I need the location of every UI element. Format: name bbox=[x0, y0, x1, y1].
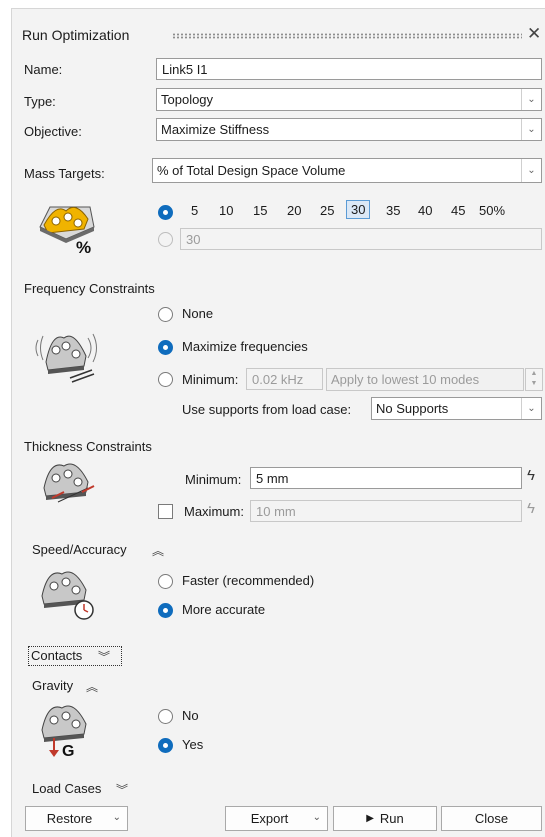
apply-modes-field[interactable]: Apply to lowest 10 modes bbox=[326, 368, 524, 391]
frequency-none-radio[interactable] bbox=[158, 307, 173, 322]
apply-modes-value: Apply to lowest 10 modes bbox=[331, 372, 480, 387]
gravity-no-radio[interactable] bbox=[158, 709, 173, 724]
chevron-down-icon: ⌄ bbox=[521, 159, 541, 182]
speed-accuracy-icon bbox=[41, 571, 94, 620]
close-icon[interactable]: ✕ bbox=[527, 24, 541, 44]
objective-label: Objective: bbox=[24, 124, 82, 139]
thickness-constraints-heading: Thickness Constraints bbox=[24, 439, 152, 454]
percent-option-10[interactable]: 10 bbox=[219, 203, 233, 218]
chevron-up-icon[interactable]: ︽ bbox=[152, 542, 164, 559]
mass-targets-label: Mass Targets: bbox=[24, 166, 105, 181]
percent-symbol: % bbox=[76, 238, 91, 255]
type-value: Topology bbox=[161, 92, 214, 107]
thickness-minimum-input[interactable]: 5 mm bbox=[250, 467, 522, 489]
frequency-minimum-label: Minimum: bbox=[182, 372, 239, 387]
restore-button-label: Restore bbox=[46, 811, 93, 826]
objective-dropdown[interactable]: Maximize Stiffness ⌄ bbox=[156, 118, 542, 141]
percent-option-45[interactable]: 45 bbox=[451, 203, 465, 218]
chevron-down-icon: ⌄ bbox=[312, 812, 321, 823]
modes-spinner-icon[interactable]: ▲ ▼ bbox=[525, 368, 543, 391]
percent-option-35[interactable]: 35 bbox=[386, 203, 400, 218]
chevron-down-icon: ⌄ bbox=[112, 812, 121, 823]
faster-radio[interactable] bbox=[158, 574, 173, 589]
type-dropdown[interactable]: Topology ⌄ bbox=[156, 88, 542, 111]
percent-option-20[interactable]: 20 bbox=[287, 203, 301, 218]
percent-options-radio[interactable] bbox=[158, 205, 173, 220]
thickness-maximum-input[interactable]: 10 mm bbox=[250, 500, 522, 522]
chevron-down-icon: ⌄ bbox=[521, 89, 541, 110]
frequency-minimum-input[interactable]: 0.02 kHz bbox=[246, 368, 323, 390]
chevron-down-double-icon[interactable]: ︾ bbox=[98, 648, 110, 665]
custom-percent-radio[interactable] bbox=[158, 232, 173, 247]
name-label: Name: bbox=[24, 62, 63, 77]
frequency-minimum-radio[interactable] bbox=[158, 372, 173, 387]
gravity-icon: G bbox=[41, 705, 87, 760]
name-input[interactable]: Link5 I1 bbox=[156, 58, 542, 80]
percent-option-5[interactable]: 5 bbox=[191, 203, 198, 218]
lightning-icon[interactable]: ϟ bbox=[527, 467, 535, 484]
contacts-heading[interactable]: Contacts bbox=[31, 648, 82, 663]
gravity-yes-label: Yes bbox=[182, 737, 204, 752]
lightning-icon[interactable]: ϟ bbox=[527, 500, 535, 517]
load-cases-heading[interactable]: Load Cases bbox=[32, 781, 101, 796]
thickness-minimum-label: Minimum: bbox=[185, 472, 242, 487]
gravity-yes-radio[interactable] bbox=[158, 738, 173, 753]
drag-grip-handle[interactable] bbox=[172, 33, 522, 39]
frequency-maximize-radio[interactable] bbox=[158, 340, 173, 355]
supports-dropdown[interactable]: No Supports ⌄ bbox=[371, 397, 542, 420]
gravity-no-label: No bbox=[182, 708, 199, 723]
thickness-maximum-checkbox[interactable] bbox=[158, 504, 173, 519]
percent-option-50[interactable]: 50% bbox=[479, 203, 505, 218]
chevron-down-icon: ⌄ bbox=[521, 398, 541, 419]
mass-volume-icon: % bbox=[39, 206, 95, 255]
close-button-label: Close bbox=[474, 811, 509, 826]
objective-value: Maximize Stiffness bbox=[161, 122, 270, 137]
supports-label: Use supports from load case: bbox=[182, 402, 352, 417]
type-label: Type: bbox=[24, 94, 56, 109]
thickness-icon bbox=[43, 463, 95, 503]
thickness-maximum-label: Maximum: bbox=[184, 504, 244, 519]
custom-percent-input[interactable]: 30 bbox=[180, 228, 542, 250]
more-accurate-radio[interactable] bbox=[158, 603, 173, 618]
gravity-g-label: G bbox=[62, 743, 74, 760]
panel-title: Run Optimization bbox=[22, 27, 130, 43]
percent-option-25[interactable]: 25 bbox=[320, 203, 334, 218]
percent-option-15[interactable]: 15 bbox=[253, 203, 267, 218]
chevron-down-icon: ⌄ bbox=[521, 119, 541, 140]
more-accurate-label: More accurate bbox=[182, 602, 266, 617]
restore-button[interactable]: Restore ⌄ bbox=[25, 806, 128, 831]
mass-targets-dropdown[interactable]: % of Total Design Space Volume ⌄ bbox=[152, 158, 542, 183]
close-button[interactable]: Close bbox=[441, 806, 542, 831]
gravity-heading[interactable]: Gravity bbox=[32, 678, 73, 693]
play-icon: ▶ bbox=[366, 813, 374, 824]
speed-accuracy-heading[interactable]: Speed/Accuracy bbox=[32, 542, 127, 557]
frequency-icon bbox=[35, 333, 97, 383]
frequency-none-label: None bbox=[182, 306, 214, 321]
frequency-maximize-label: Maximize frequencies bbox=[182, 339, 308, 354]
run-button[interactable]: ▶ Run bbox=[333, 806, 437, 831]
export-button[interactable]: Export ⌄ bbox=[225, 806, 328, 831]
percent-option-30-selected[interactable]: 30 bbox=[346, 200, 371, 219]
chevron-down-double-icon[interactable]: ︾ bbox=[116, 781, 128, 798]
faster-label: Faster (recommended) bbox=[182, 573, 315, 588]
supports-value: No Supports bbox=[376, 401, 449, 416]
run-button-label: Run bbox=[379, 811, 404, 826]
mass-targets-value: % of Total Design Space Volume bbox=[157, 163, 346, 178]
frequency-constraints-heading: Frequency Constraints bbox=[24, 281, 155, 296]
export-button-label: Export bbox=[250, 811, 289, 826]
percent-option-40[interactable]: 40 bbox=[418, 203, 432, 218]
chevron-up-icon[interactable]: ︽ bbox=[86, 678, 98, 695]
